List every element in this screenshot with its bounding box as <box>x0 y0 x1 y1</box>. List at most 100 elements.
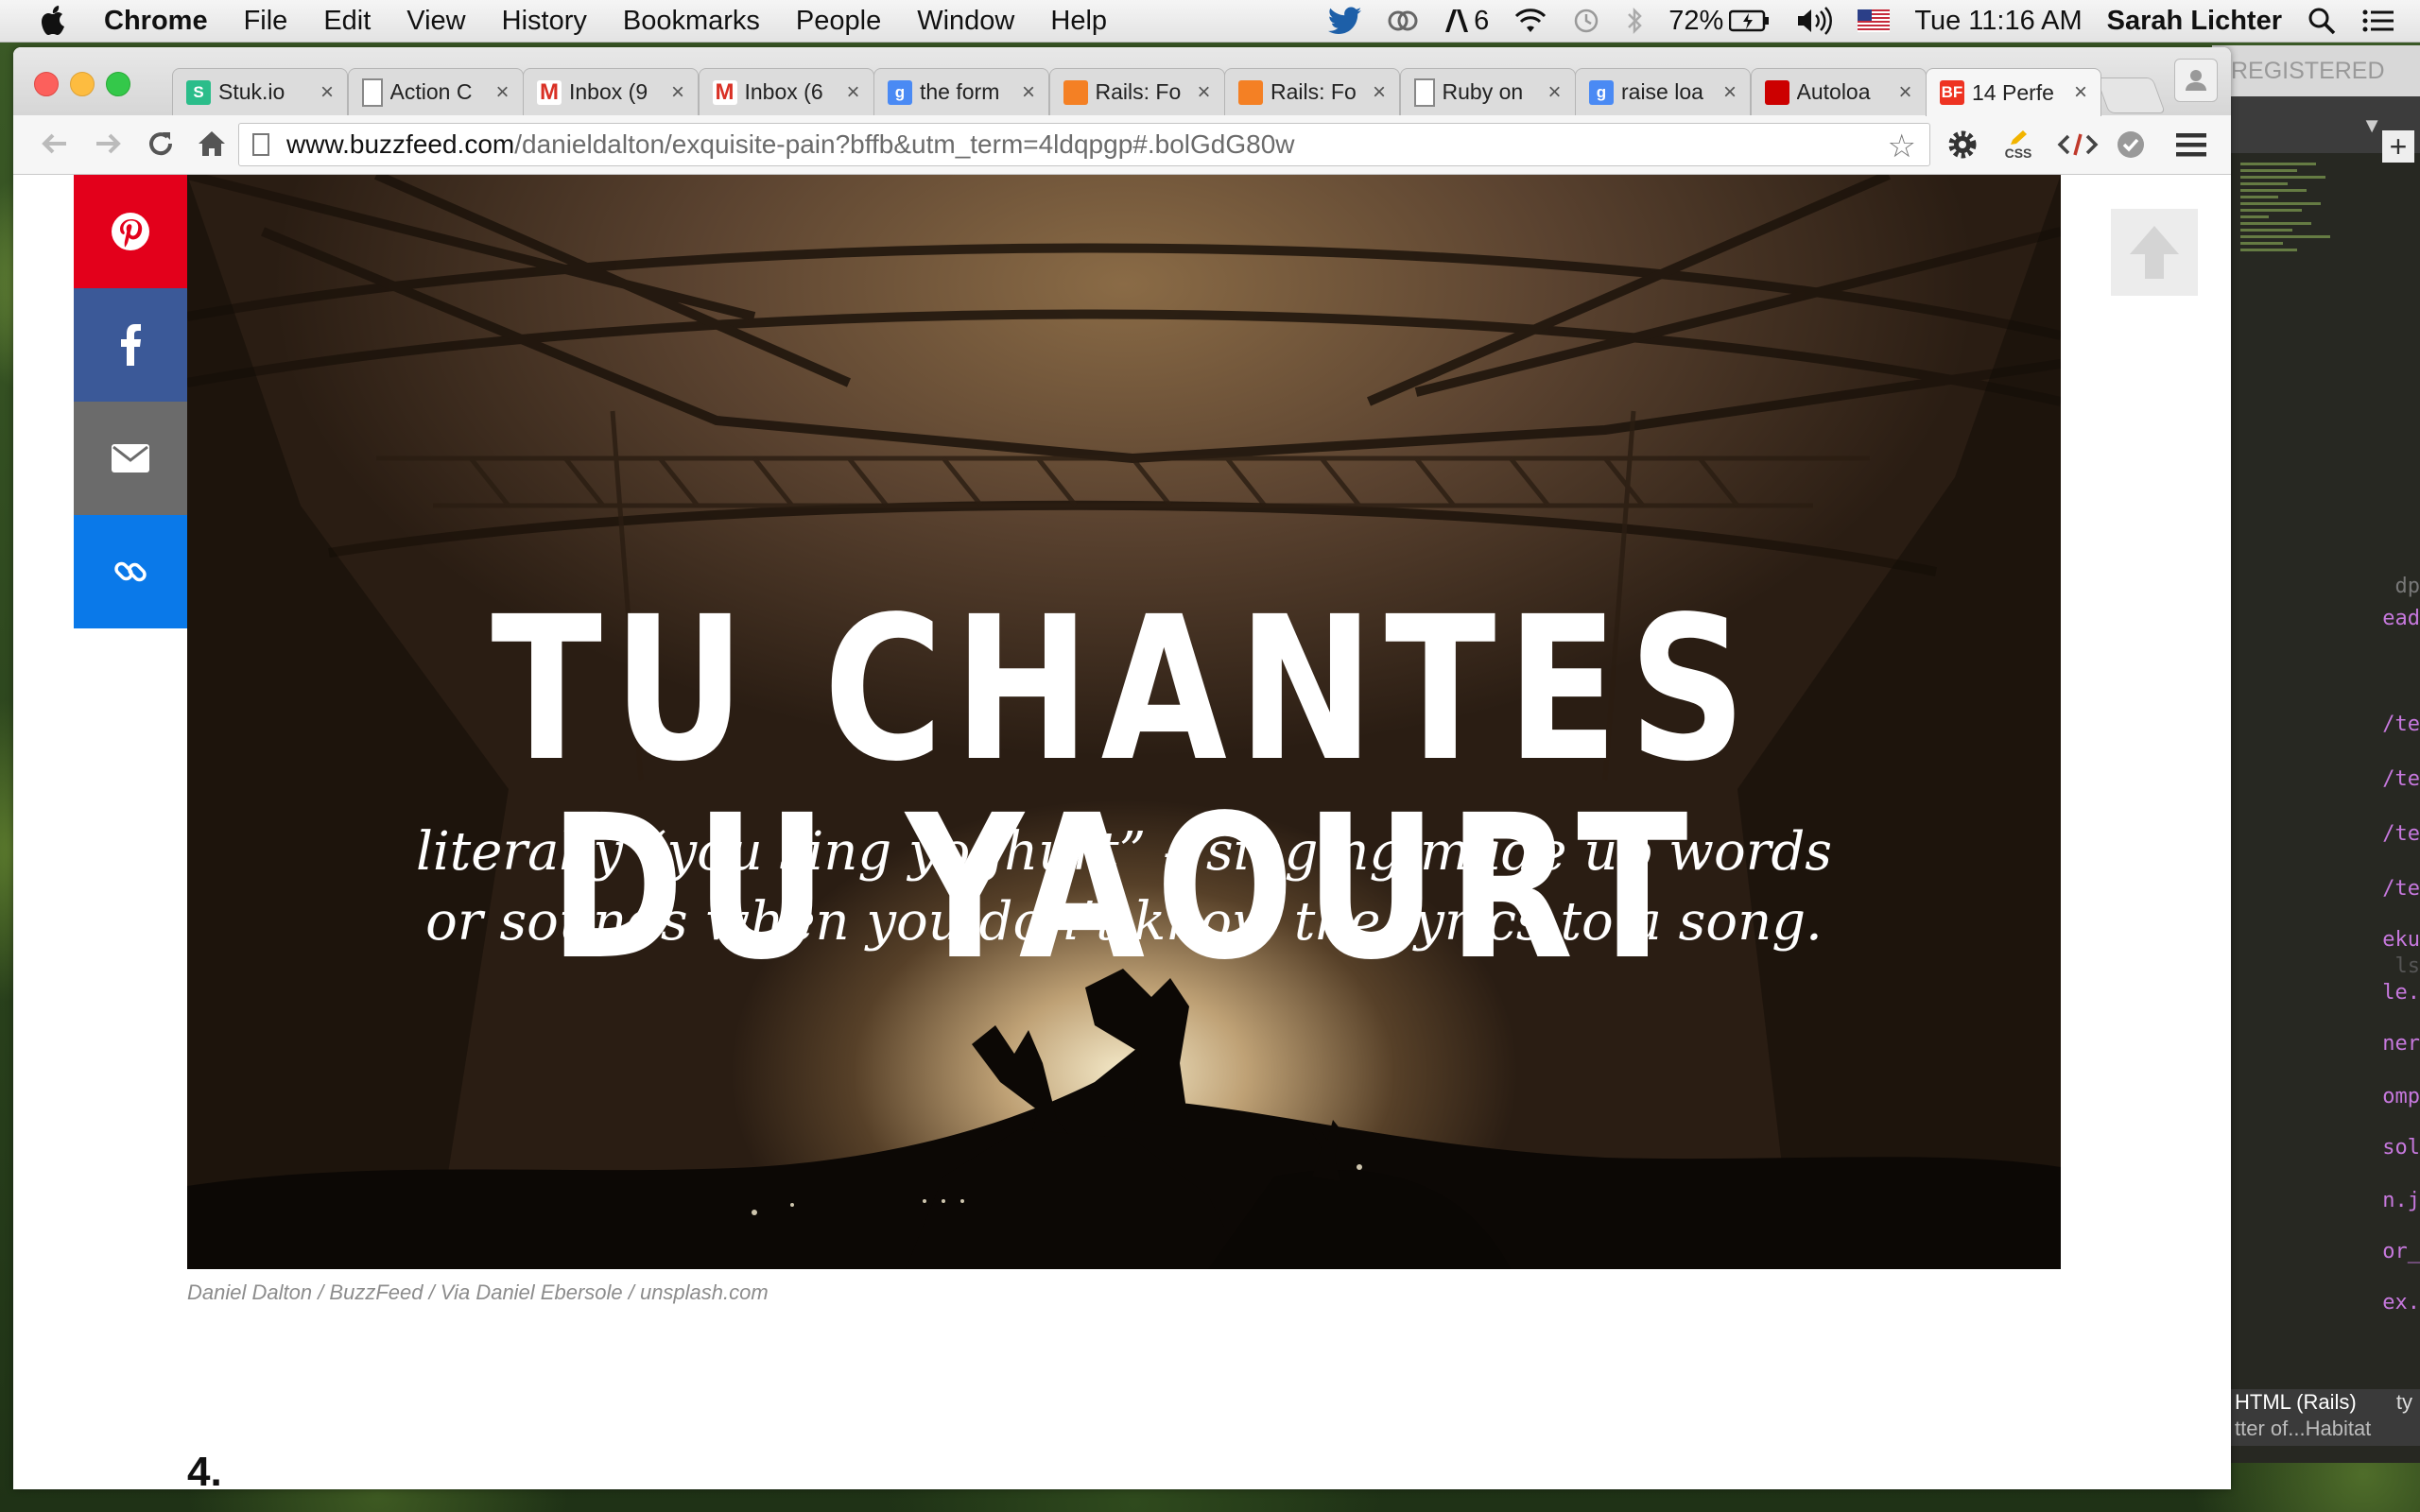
settings-extension-button[interactable] <box>1942 125 1983 164</box>
back-button[interactable] <box>36 127 74 164</box>
tab-favicon-icon: g <box>1589 79 1614 105</box>
plus-icon[interactable]: + <box>2382 130 2414 163</box>
editor-code-fragment: eku <box>2382 928 2420 952</box>
tab-favicon-icon <box>361 77 383 107</box>
adobe-icon <box>1445 9 1469 32</box>
tab-title: the form <box>920 79 1000 104</box>
clock[interactable]: Tue 11:16 AM <box>1914 6 2082 37</box>
close-tab-icon[interactable]: × <box>1192 79 1217 106</box>
home-button[interactable] <box>193 127 231 164</box>
browser-tab[interactable]: g the form × <box>873 68 1049 115</box>
editor-syntax-label[interactable]: HTML (Rails) <box>2235 1389 2420 1416</box>
close-tab-icon[interactable]: × <box>491 79 515 106</box>
battery-status[interactable]: 72% <box>1668 6 1771 37</box>
editor-code-fragment: /te <box>2382 877 2420 901</box>
editor-file-label: tter of...Habitat <box>2235 1417 2372 1440</box>
wifi-icon[interactable] <box>1513 8 1547 34</box>
browser-tab-active[interactable]: BF 14 Perfe × <box>1926 68 2101 116</box>
tab-title: Autoloa <box>1796 79 1871 104</box>
menu-edit[interactable]: Edit <box>323 6 371 37</box>
tab-favicon-icon <box>1764 79 1789 105</box>
notification-center-icon[interactable] <box>2361 8 2395 34</box>
code-extension-button[interactable] <box>2053 125 2102 164</box>
close-window-button[interactable] <box>34 72 59 96</box>
home-icon <box>199 131 225 156</box>
minimize-window-button[interactable] <box>70 72 95 96</box>
chevron-down-icon[interactable]: ▼ <box>2361 113 2382 138</box>
checkmark-icon <box>2118 131 2144 158</box>
browser-tab[interactable]: Ruby on × <box>1399 68 1576 115</box>
new-tab-button[interactable] <box>2096 77 2166 113</box>
bookmark-star-icon[interactable]: ☆ <box>1888 128 1916 165</box>
page-content: TU CHANTES DU YAOURT literally “you sing… <box>13 175 2231 1489</box>
close-tab-icon[interactable]: × <box>1016 79 1041 106</box>
menu-app-name[interactable]: Chrome <box>104 6 208 37</box>
browser-tab[interactable]: Rails: Fo × <box>1048 68 1225 115</box>
checkmark-extension-button[interactable] <box>2110 125 2152 164</box>
adobe-updates[interactable]: 6 <box>1443 6 1489 37</box>
forward-arrow-icon <box>96 133 121 154</box>
twitter-icon[interactable] <box>1328 7 1362 35</box>
chrome-menu-button[interactable] <box>2170 125 2212 164</box>
back-arrow-icon <box>42 133 66 154</box>
pencil-icon <box>2011 130 2027 145</box>
profile-button[interactable] <box>2174 59 2218 102</box>
editor-code-fragment: ex. <box>2382 1291 2420 1314</box>
menu-window[interactable]: Window <box>917 6 1014 37</box>
close-tab-icon[interactable]: × <box>841 79 866 106</box>
menu-bookmarks[interactable]: Bookmarks <box>623 6 760 37</box>
volume-icon[interactable] <box>1795 7 1833 35</box>
close-tab-icon[interactable]: × <box>1367 79 1392 106</box>
browser-tab[interactable]: Autoloa × <box>1750 68 1927 115</box>
us-flag-icon[interactable] <box>1858 9 1891 32</box>
menu-view[interactable]: View <box>406 6 465 37</box>
editor-code-fragment: /te <box>2382 822 2420 846</box>
creative-cloud-icon[interactable] <box>1387 7 1419 35</box>
browser-tab[interactable]: M Inbox (6 × <box>698 68 874 115</box>
tab-favicon-icon: g <box>888 79 912 105</box>
close-tab-icon[interactable]: × <box>315 79 339 106</box>
close-tab-icon[interactable]: × <box>666 79 690 106</box>
browser-tab[interactable]: g raise loa × <box>1575 68 1751 115</box>
address-bar[interactable]: www.buzzfeed.com/danieldalton/exquisite-… <box>238 123 1930 166</box>
tab-favicon-icon: BF <box>1940 80 1964 105</box>
apple-icon[interactable] <box>38 4 68 38</box>
editor-code-fragment: /te <box>2382 713 2420 736</box>
editor-code-fragment: omp <box>2382 1085 2420 1108</box>
reload-button[interactable] <box>142 127 180 164</box>
crowd-silhouette-graphic <box>187 969 2061 1269</box>
close-tab-icon[interactable]: × <box>1543 79 1567 106</box>
editor-code-fragment: dp <box>2394 575 2420 598</box>
browser-tab[interactable]: M Inbox (9 × <box>523 68 699 115</box>
editor-unregistered-label: REGISTERED <box>2212 45 2420 96</box>
copy-link-button[interactable] <box>74 515 187 628</box>
menu-history[interactable]: History <box>502 6 587 37</box>
editor-code-fragment: le. <box>2382 981 2420 1005</box>
zoom-window-button[interactable] <box>106 72 130 96</box>
article-hero-image: TU CHANTES DU YAOURT literally “you sing… <box>187 175 2061 1269</box>
bluetooth-icon[interactable] <box>1625 7 1644 35</box>
close-tab-icon[interactable]: × <box>1893 79 1918 106</box>
browser-tab[interactable]: S Stuk.io × <box>172 68 348 115</box>
browser-tab[interactable]: Action C × <box>347 68 524 115</box>
tab-favicon-icon <box>1063 79 1088 105</box>
share-pinterest-button[interactable] <box>74 175 187 288</box>
share-email-button[interactable] <box>74 402 187 515</box>
menu-people[interactable]: People <box>796 6 881 37</box>
close-tab-icon[interactable]: × <box>1718 79 1742 106</box>
menu-help[interactable]: Help <box>1050 6 1107 37</box>
tab-favicon-icon: M <box>712 79 737 105</box>
time-machine-icon[interactable] <box>1572 7 1600 35</box>
battery-percent: 72% <box>1668 5 1724 36</box>
tab-favicon-icon: M <box>537 79 562 105</box>
scroll-to-top-button[interactable] <box>2111 209 2198 296</box>
close-tab-icon[interactable]: × <box>2068 79 2093 106</box>
forward-button[interactable] <box>89 127 127 164</box>
browser-tab[interactable]: Rails: Fo × <box>1224 68 1400 115</box>
tab-title: Ruby on <box>1442 79 1524 104</box>
css-extension-button[interactable]: CSS <box>1995 125 2042 164</box>
menu-file[interactable]: File <box>244 6 288 37</box>
share-facebook-button[interactable] <box>74 288 187 402</box>
spotlight-search-icon[interactable] <box>2307 6 2337 36</box>
user-name[interactable]: Sarah Lichter <box>2107 6 2282 37</box>
